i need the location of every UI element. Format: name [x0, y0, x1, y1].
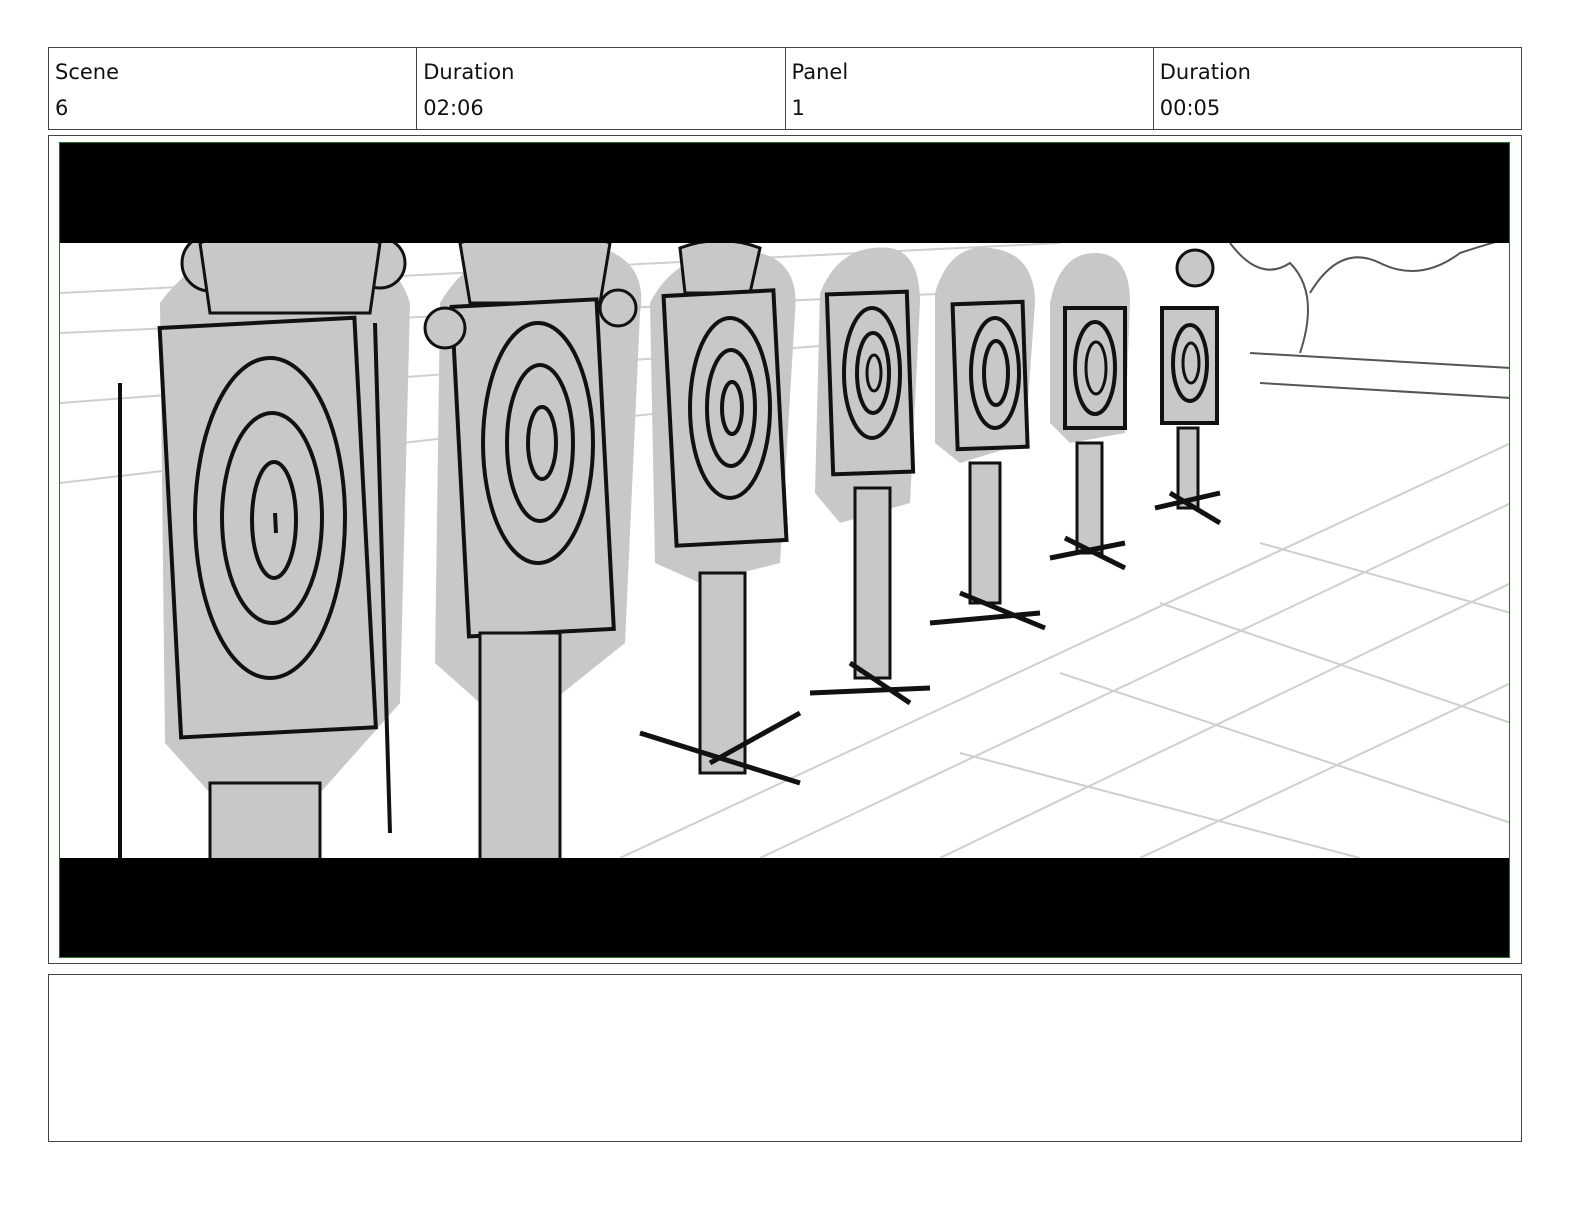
- target-figure: [118, 221, 410, 865]
- panel-duration-value: 00:05: [1159, 96, 1221, 120]
- far-hills: [1229, 237, 1509, 399]
- scene-value: 6: [55, 96, 69, 120]
- scene-duration-value: 02:06: [423, 96, 484, 120]
- target-figure: [1049, 253, 1130, 571]
- target-figure: [1154, 248, 1222, 526]
- target-figure: [929, 247, 1046, 631]
- panel-label: Panel: [791, 60, 849, 84]
- storyboard-sketch: [60, 143, 1509, 957]
- panel-notes[interactable]: [48, 974, 1522, 1142]
- panel-value: 1: [791, 96, 805, 120]
- scene-duration-label: Duration: [423, 60, 515, 84]
- target-figure: [423, 226, 642, 865]
- panel-image: [59, 142, 1510, 958]
- scene-duration-cell: Duration 02:06: [417, 48, 786, 129]
- panel-duration-label: Duration: [1159, 60, 1251, 84]
- panel-duration-cell: Duration 00:05: [1154, 48, 1521, 129]
- storyboard-header: Scene 6 Duration 02:06 Panel 1 Duration …: [48, 47, 1522, 130]
- target-figure: [809, 247, 931, 706]
- panel-cell: Panel 1: [786, 48, 1154, 129]
- target-figure: [639, 239, 802, 786]
- scene-label: Scene: [55, 60, 120, 84]
- letterbox-bottom: [60, 858, 1509, 957]
- scene-cell: Scene 6: [49, 48, 418, 129]
- letterbox-top: [60, 143, 1509, 243]
